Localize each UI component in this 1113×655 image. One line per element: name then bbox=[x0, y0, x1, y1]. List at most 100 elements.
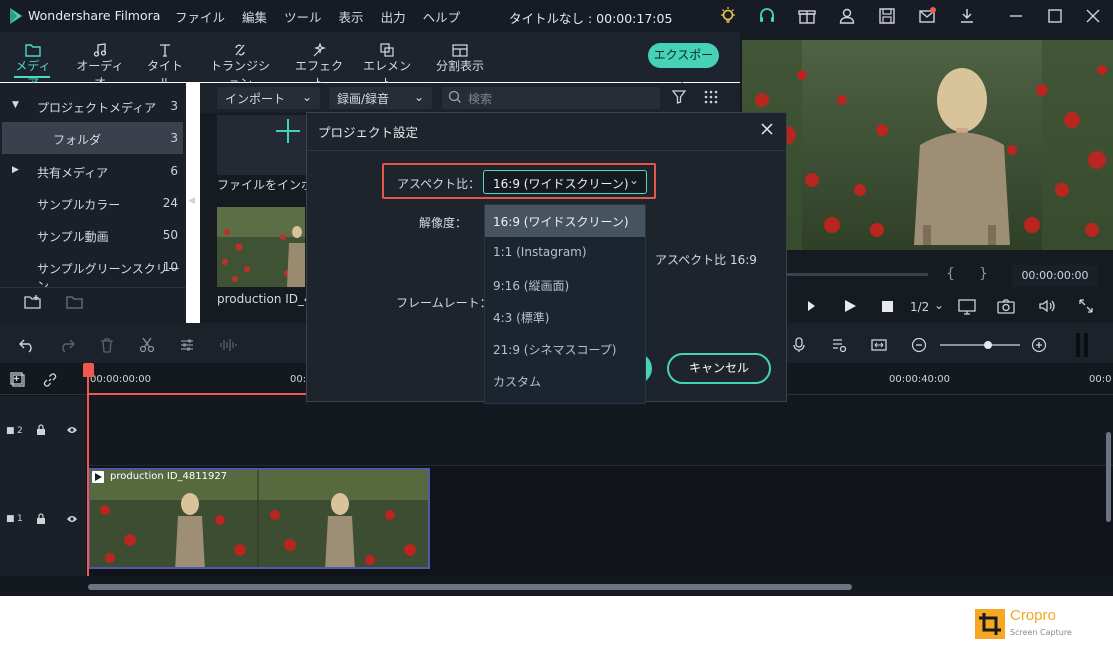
adjust-icon[interactable] bbox=[179, 337, 195, 353]
folder-move-icon[interactable] bbox=[66, 294, 84, 310]
sidebar-item-sample-colors[interactable]: サンプルカラー 24 bbox=[0, 187, 186, 219]
sidebar-item-folder[interactable]: フォルダ 3 bbox=[2, 122, 183, 154]
eye-icon[interactable] bbox=[66, 514, 78, 524]
timeline-clip[interactable] bbox=[88, 468, 430, 569]
panel-divider bbox=[1076, 333, 1080, 357]
mail-icon[interactable] bbox=[917, 6, 937, 26]
sidebar-item-project-media[interactable]: ▼ プロジェクトメディア 3 bbox=[0, 90, 186, 122]
import-dropdown[interactable]: インポート ⌄ bbox=[217, 87, 320, 109]
menu-view[interactable]: 表示 bbox=[339, 7, 364, 26]
display-icon[interactable] bbox=[958, 298, 978, 316]
save-icon[interactable] bbox=[877, 6, 897, 26]
option-1-1[interactable]: 1:1 (Instagram) bbox=[485, 237, 645, 269]
sidebar-item-shared-media[interactable]: ▶ 共有メディア 6 bbox=[0, 155, 186, 187]
download-icon[interactable] bbox=[957, 6, 977, 26]
cropro-logo-icon bbox=[975, 609, 1005, 639]
gift-icon[interactable] bbox=[797, 6, 817, 26]
ruler-mark: 00:00:40:00 bbox=[889, 374, 951, 385]
dialog-title: プロジェクト設定 bbox=[318, 125, 419, 140]
headset-icon[interactable] bbox=[757, 6, 777, 26]
ruler-mark: 00:0 bbox=[1089, 374, 1112, 385]
menu-bar: ファイル 編集 ツール 表示 出力 ヘルプ bbox=[175, 7, 477, 26]
vertical-scrollbar[interactable] bbox=[1106, 432, 1111, 522]
maximize-icon[interactable] bbox=[1045, 6, 1065, 26]
menu-help[interactable]: ヘルプ bbox=[423, 7, 461, 26]
menu-file[interactable]: ファイル bbox=[175, 7, 225, 26]
zoom-out-icon[interactable] bbox=[911, 337, 927, 353]
voiceover-icon[interactable] bbox=[831, 337, 847, 353]
aspect-label: アスペクト比： bbox=[397, 177, 481, 191]
delete-icon[interactable] bbox=[99, 337, 115, 353]
audio-wave-icon[interactable] bbox=[219, 337, 237, 353]
quality-dropdown[interactable]: 1/2 ⌄ bbox=[902, 298, 947, 318]
close-window-icon[interactable] bbox=[1083, 6, 1103, 26]
collapse-arrow-icon: ▶ bbox=[12, 165, 19, 175]
filter-icon[interactable] bbox=[671, 89, 687, 105]
fit-timeline-icon[interactable] bbox=[871, 337, 887, 353]
lock-icon[interactable] bbox=[36, 424, 46, 436]
horizontal-scrollbar[interactable] bbox=[88, 584, 852, 590]
option-custom[interactable]: カスタム bbox=[485, 365, 645, 397]
add-track-icon[interactable] bbox=[10, 372, 26, 388]
brand-name: Cropro bbox=[1010, 607, 1056, 624]
new-folder-icon[interactable] bbox=[24, 294, 42, 310]
option-9-16[interactable]: 9:16 (縦画面) bbox=[485, 269, 645, 301]
play-icon[interactable] bbox=[843, 299, 857, 313]
mark-out-button[interactable]: } bbox=[979, 266, 988, 282]
timecode-display: 00:00:00:00 bbox=[1012, 265, 1098, 287]
music-note-icon bbox=[72, 35, 128, 57]
eye-icon[interactable] bbox=[66, 425, 78, 435]
close-icon[interactable] bbox=[760, 122, 774, 136]
option-21-9[interactable]: 21:9 (シネマスコープ) bbox=[485, 333, 645, 365]
fullscreen-icon[interactable] bbox=[1078, 298, 1094, 314]
search-input[interactable]: 検索 bbox=[442, 87, 660, 109]
link-icon[interactable] bbox=[42, 372, 58, 388]
undo-icon[interactable] bbox=[18, 337, 36, 353]
step-back-icon[interactable] bbox=[803, 299, 817, 313]
track-2-header: ■ 2 bbox=[0, 396, 86, 466]
microphone-icon[interactable] bbox=[791, 337, 807, 353]
aspect-ratio-select[interactable]: 16:9 (ワイドスクリーン) ⌄ bbox=[483, 170, 647, 194]
collapse-sidebar-icon[interactable]: ◀ bbox=[188, 196, 195, 206]
mark-in-button[interactable]: { bbox=[946, 266, 955, 282]
export-button[interactable]: エクスポート bbox=[648, 43, 719, 87]
cancel-button[interactable]: キャンセル bbox=[667, 353, 771, 384]
media-thumbnail[interactable] bbox=[217, 207, 305, 287]
menu-tools[interactable]: ツール bbox=[284, 7, 322, 26]
plus-icon bbox=[276, 119, 300, 143]
resolution-label: 解像度： bbox=[419, 216, 468, 230]
option-16-9[interactable]: 16:9 (ワイドスクリーン) bbox=[485, 205, 645, 237]
elements-icon bbox=[362, 35, 412, 57]
sidebar-item-sample-greenscreen[interactable]: サンプルグリーンスクリーン 10 bbox=[0, 251, 186, 293]
record-dropdown[interactable]: 録画/録音 ⌄ bbox=[329, 87, 432, 109]
project-title: タイトルなし : 00:00:17:05 bbox=[509, 11, 673, 26]
playhead-handle[interactable] bbox=[83, 363, 94, 377]
search-icon bbox=[448, 90, 462, 104]
option-4-3[interactable]: 4:3 (標準) bbox=[485, 301, 645, 333]
zoom-in-icon[interactable] bbox=[1031, 337, 1047, 353]
menu-export[interactable]: 出力 bbox=[381, 7, 406, 26]
redo-icon[interactable] bbox=[58, 337, 76, 353]
zoom-slider-handle[interactable] bbox=[984, 341, 992, 349]
minimize-icon[interactable] bbox=[1006, 6, 1026, 26]
aspect-note: アスペクト比 16:9 bbox=[655, 253, 757, 267]
playhead[interactable] bbox=[87, 363, 89, 583]
grid-view-icon[interactable] bbox=[703, 89, 719, 105]
cut-icon[interactable] bbox=[139, 337, 155, 353]
ruler-mark: 00: bbox=[290, 374, 307, 385]
preview-progress-bar[interactable] bbox=[785, 273, 928, 276]
sidebar-item-sample-videos[interactable]: サンプル動画 50 bbox=[0, 219, 186, 251]
menu-edit[interactable]: 編集 bbox=[242, 7, 267, 26]
volume-icon[interactable] bbox=[1038, 298, 1056, 314]
lock-icon[interactable] bbox=[36, 513, 46, 525]
track-2 bbox=[0, 396, 1113, 466]
lightbulb-icon[interactable] bbox=[718, 6, 738, 26]
zoom-slider[interactable] bbox=[940, 344, 1020, 346]
split-screen-icon bbox=[432, 35, 488, 57]
tab-split-screen[interactable]: 分割表示 bbox=[432, 35, 488, 74]
snapshot-icon[interactable] bbox=[997, 298, 1015, 314]
ruler-mark: 00:00:00:00 bbox=[90, 374, 152, 385]
expand-arrow-icon: ▼ bbox=[12, 100, 19, 110]
stop-icon[interactable] bbox=[882, 301, 893, 312]
account-icon[interactable] bbox=[837, 6, 857, 26]
